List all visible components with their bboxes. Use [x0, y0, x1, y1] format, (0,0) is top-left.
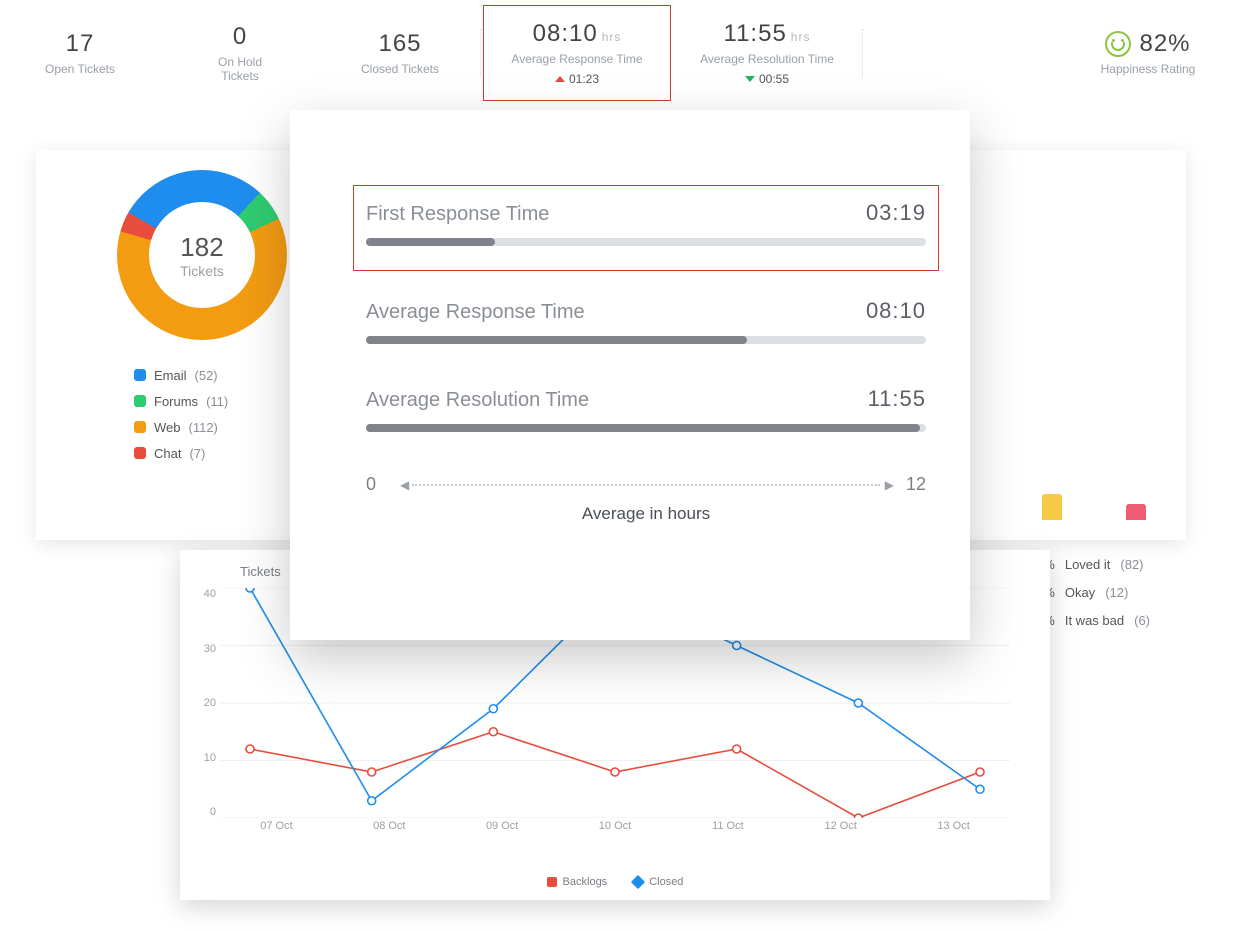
delta-down-icon: 00:55 — [745, 72, 789, 86]
y-tick: 20 — [190, 697, 216, 709]
donut-label: Tickets — [180, 263, 224, 279]
legend-swatch — [134, 447, 146, 459]
stat-label: Happiness Rating — [1101, 62, 1196, 76]
metric-name: Average Response Time — [366, 301, 585, 324]
stat-bar: 17 Open Tickets 0 On Hold Tickets 165 Cl… — [0, 0, 1238, 105]
stat-label: Average Response Time — [511, 52, 642, 66]
y-tick: 30 — [190, 643, 216, 655]
stat-value: 165 — [378, 30, 421, 58]
chart-x-axis: 07 Oct08 Oct09 Oct10 Oct11 Oct12 Oct13 O… — [220, 820, 1010, 832]
scale-min: 0 — [366, 474, 376, 495]
chart-y-axis: 0 10 20 30 40 — [190, 588, 216, 818]
feedback-label: Okay — [1065, 585, 1095, 600]
y-tick: 0 — [190, 806, 216, 818]
metric-track — [366, 424, 926, 432]
metric-track — [366, 336, 926, 344]
y-tick: 40 — [190, 588, 216, 600]
scale-max: 12 — [906, 474, 926, 495]
smile-icon — [1105, 31, 1131, 57]
feedback-label: It was bad — [1065, 613, 1124, 628]
legend-count: (112) — [189, 420, 218, 435]
metric-track — [366, 238, 926, 246]
stat-value: 08:10hrs — [533, 20, 622, 48]
stat-label: Closed Tickets — [361, 62, 439, 76]
metric-value: 03:19 — [866, 200, 926, 226]
legend-label: Forums — [154, 394, 198, 409]
legend-label: Web — [154, 420, 181, 435]
stat-label: On Hold Tickets — [205, 55, 275, 83]
legend-swatch — [134, 395, 146, 407]
metric-fill — [366, 238, 495, 246]
stat-closed-tickets[interactable]: 165 Closed Tickets — [320, 30, 480, 76]
metric-value: 08:10 — [866, 298, 926, 324]
chart-legend-item[interactable]: Closed — [633, 876, 683, 888]
time-scale: 0 ◀ ▶ 12 Average in hours — [366, 474, 926, 534]
arrow-right-icon[interactable]: ▶ — [885, 478, 894, 492]
feedback-label: Loved it — [1065, 557, 1111, 572]
stat-value: 0 — [233, 23, 247, 51]
x-tick: 12 Oct — [784, 820, 897, 832]
donut-chart[interactable]: 182 Tickets — [117, 170, 287, 340]
legend-label: Email — [154, 368, 187, 383]
feedback-count: (12) — [1105, 585, 1128, 600]
stat-open-tickets[interactable]: 17 Open Tickets — [0, 30, 160, 76]
legend-label: Chat — [154, 446, 181, 461]
metric-value: 11:55 — [868, 386, 926, 412]
metric-name: Average Resolution Time — [366, 389, 589, 412]
time-metric: Average Response Time 08:10 — [366, 298, 926, 344]
time-metric: Average Resolution Time 11:55 — [366, 386, 926, 432]
stat-avg-resolution[interactable]: 11:55hrs Average Resolution Time 00:55 — [672, 20, 862, 86]
x-tick: 13 Oct — [897, 820, 1010, 832]
chart-legend-item[interactable]: Backlogs — [547, 876, 608, 888]
x-tick: 11 Oct — [671, 820, 784, 832]
metric-fill — [366, 424, 920, 432]
donut-total: 182 — [180, 232, 223, 263]
happiness-bar-okay — [1042, 494, 1062, 520]
chart-legend: Backlogs Closed — [180, 876, 1050, 888]
stat-value: 11:55hrs — [724, 20, 811, 48]
y-tick: 10 — [190, 752, 216, 764]
legend-swatch — [134, 421, 146, 433]
legend-swatch — [134, 369, 146, 381]
stat-label: Average Resolution Time — [700, 52, 834, 66]
stat-value: 82% — [1139, 30, 1190, 58]
x-tick: 10 Oct — [559, 820, 672, 832]
legend-swatch — [547, 877, 557, 887]
legend-count: (11) — [206, 394, 228, 409]
metric-fill — [366, 336, 747, 344]
time-metrics-panel: First Response Time 03:19 Average Response… — [290, 110, 970, 640]
legend-count: (7) — [189, 446, 205, 461]
divider — [862, 29, 864, 77]
stat-label: Open Tickets — [45, 62, 115, 76]
stat-value: 17 — [66, 30, 95, 58]
x-tick: 07 Oct — [220, 820, 333, 832]
legend-swatch — [631, 875, 645, 889]
time-metric: First Response Time 03:19 — [352, 184, 940, 272]
x-tick: 09 Oct — [446, 820, 559, 832]
feedback-count: (82) — [1120, 557, 1143, 572]
delta-up-icon: 01:23 — [555, 72, 599, 86]
x-tick: 08 Oct — [333, 820, 446, 832]
arrow-left-icon[interactable]: ◀ — [400, 478, 409, 492]
scale-track — [412, 484, 880, 486]
stat-happiness[interactable]: 82% Happiness Rating — [1058, 30, 1238, 76]
chart-title: Tickets — [240, 564, 281, 579]
feedback-count: (6) — [1134, 613, 1150, 628]
stat-avg-response[interactable]: 08:10hrs Average Response Time 01:23 — [482, 4, 672, 102]
stat-hold-tickets[interactable]: 0 On Hold Tickets — [160, 23, 320, 83]
metric-name: First Response Time — [366, 203, 549, 226]
happiness-bar-bad — [1126, 504, 1146, 520]
scale-caption: Average in hours — [366, 504, 926, 524]
legend-count: (52) — [195, 368, 218, 383]
